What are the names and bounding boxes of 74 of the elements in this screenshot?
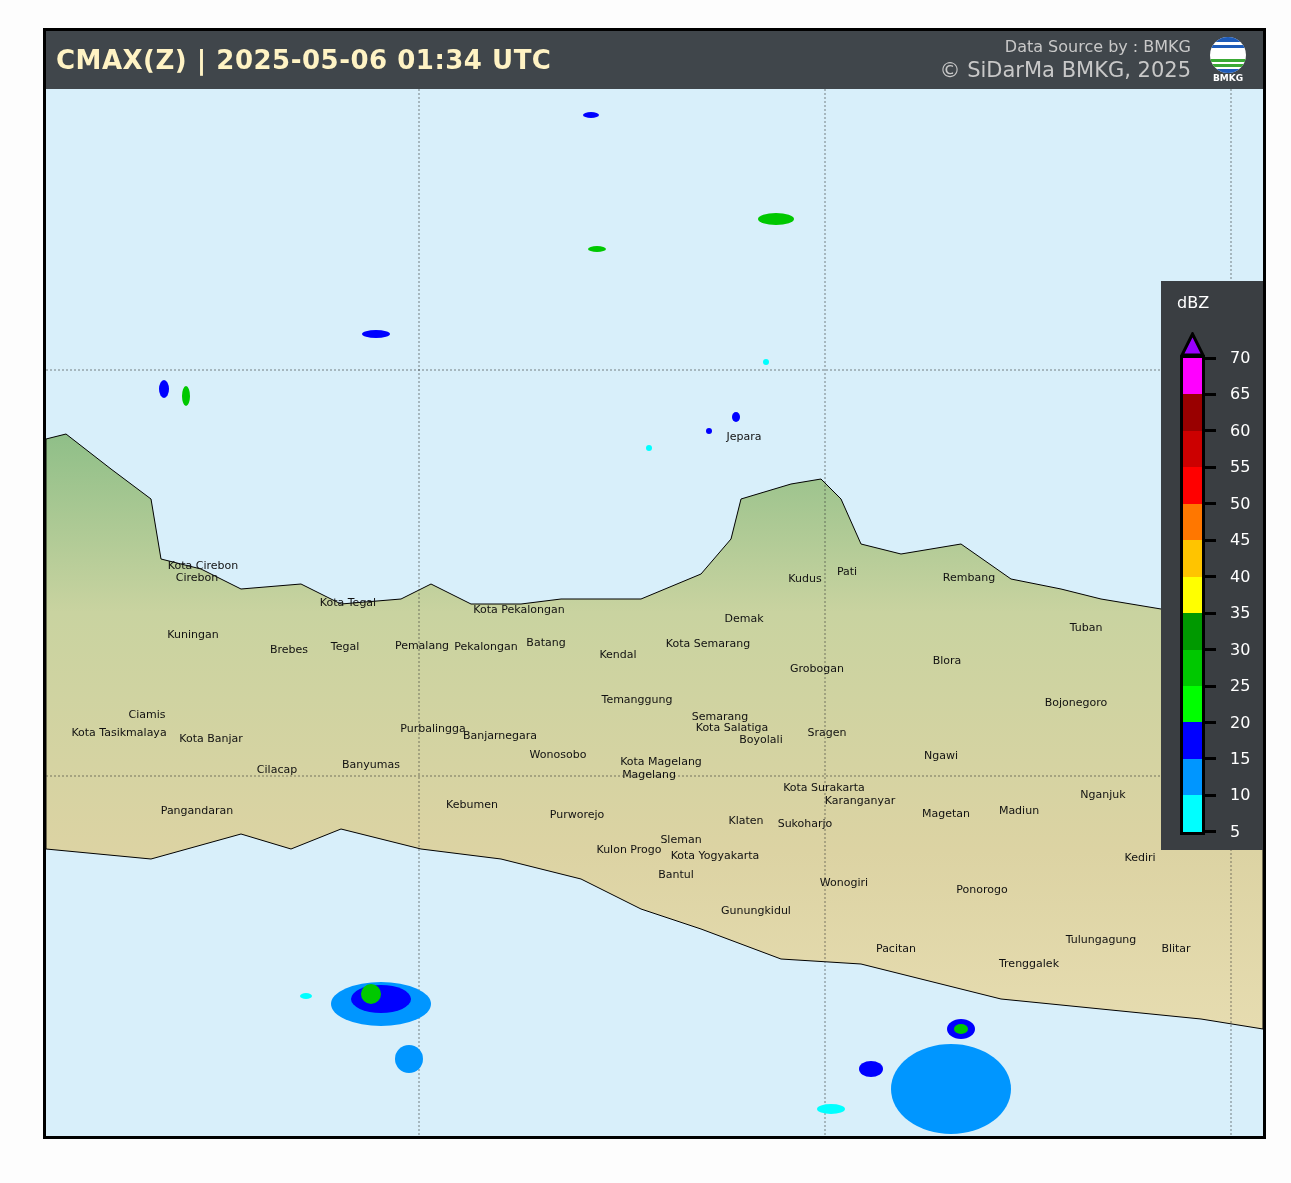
tick-label: 60 [1230,421,1251,440]
tick-label: 40 [1230,567,1251,586]
place-label: Cilacap [256,764,298,776]
place-label: Sleman [660,834,702,846]
place-label: Tuban [1069,622,1103,634]
place-label: Tulungagung [1065,934,1137,946]
tick-label: 5 [1230,822,1241,841]
place-label: Pekalongan [454,641,518,653]
place-label: Boyolali [739,734,783,746]
place-label: Kota Salatiga [695,722,769,734]
tick-label: 55 [1230,458,1251,477]
tick-label: 15 [1230,750,1251,768]
place-label: Pacitan [876,943,916,955]
place-label: Banyumas [342,759,400,771]
place-label: Wonogiri [819,877,869,889]
place-label: Brebes [269,644,309,656]
place-label: Temanggung [601,694,673,706]
place-label: Kuningan [167,629,219,641]
place-label: Kendal [599,649,637,661]
place-label: Kota Surakarta [783,782,865,794]
place-label: Kota Banjar [179,733,243,745]
place-label: Kulon Progo [596,844,662,856]
place-label: Ponorogo [956,884,1008,896]
place-label: Kota Magelang [620,756,702,768]
place-label: Kota Pekalongan [473,604,565,616]
place-label: Tegal [330,641,360,653]
tick-label: 20 [1230,713,1251,732]
place-label: Sukoharjo [777,818,833,830]
place-label: Nganjuk [1080,789,1126,801]
place-label: Gunungkidul [721,905,791,917]
place-label: Magetan [922,808,970,820]
place-label: Blitar [1161,943,1191,955]
place-label: Kediri [1124,852,1156,864]
tick-label: 70 [1230,349,1251,367]
place-label: Wonosobo [529,749,587,761]
place-label: Kudus [788,573,822,585]
tick-label: 50 [1230,494,1251,513]
place-label: Purworejo [549,809,605,821]
place-label: Ciamis [128,709,166,721]
place-label: Demak [724,613,764,625]
place-label: Jepara [726,431,762,443]
tick-label: 65 [1230,385,1251,404]
place-label: Batang [526,637,566,649]
place-label: Kota Semarang [665,638,751,650]
place-label: Bojonegoro [1044,697,1108,709]
place-label: Karanganyar [824,795,896,807]
tick-label: 10 [1230,786,1251,805]
tick-label: 45 [1230,531,1251,550]
legend-title: dBZ [1177,293,1210,312]
tick-label: 25 [1230,677,1251,696]
map-title: CMAX(Z) | 2025-05-06 01:34 UTC [56,45,552,75]
logo-text: BMKG [1212,73,1244,83]
tick-label: 35 [1230,604,1251,623]
place-label: Trenggalek [999,958,1059,970]
place-label: Klaten [728,815,764,827]
place-label: Kota Tasikmalaya [71,727,167,739]
place-label: Madiun [998,805,1040,817]
copyright-text: © SiDarMa BMKG, 2025 [939,57,1191,83]
place-label: Grobogan [790,663,844,675]
place-label: Pati [836,566,858,578]
data-source-text: Data Source by : BMKG [1004,37,1191,57]
tick-label: 30 [1230,640,1251,659]
place-label: Blora [932,655,962,667]
place-label: Rembang [942,572,996,584]
place-label: Pemalang [394,640,450,652]
place-label: Sragen [807,727,847,739]
place-label: Ngawi [924,750,958,762]
place-label: Kebumen [446,799,498,811]
place-label: Semarang [691,711,749,723]
place-label: Cirebon [175,572,219,584]
place-label: Kota Yogyakarta [670,850,760,862]
place-label: Bantul [658,869,694,881]
place-label: Pangandaran [160,805,234,817]
place-label: Magelang [622,769,676,781]
